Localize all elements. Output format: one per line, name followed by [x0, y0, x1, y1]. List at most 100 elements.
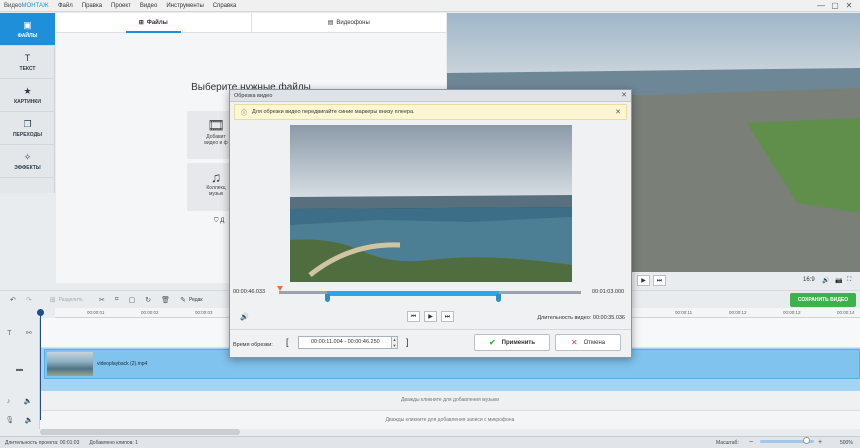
- undo-icon[interactable]: ↶: [10, 296, 16, 304]
- trim-end-marker[interactable]: [496, 294, 502, 302]
- ruler-tick: 00:00:11: [675, 310, 693, 315]
- playhead-handle[interactable]: [37, 309, 44, 316]
- music-track-head: ♪ 🔈: [0, 391, 40, 411]
- play-icon[interactable]: ▶: [637, 275, 650, 286]
- rotate-icon[interactable]: ↻: [145, 296, 151, 304]
- video-track-icon: ▬: [16, 366, 23, 373]
- trim-video-dialog: Обрезка видео ✕ ⓘ Для обрезки видео пере…: [229, 89, 632, 358]
- save-video-button[interactable]: СОХРАНИТЬ ВИДЕО: [790, 293, 856, 307]
- clips-count: Добавлено клипов: 1: [89, 439, 138, 446]
- trim-start-marker[interactable]: [325, 294, 331, 302]
- text-track-icon: T: [7, 329, 12, 337]
- timeline-scrollbar[interactable]: [40, 429, 240, 435]
- zoom-slider-handle[interactable]: [802, 437, 810, 444]
- ruler-tick: 00:00:14: [837, 310, 855, 315]
- notice-text: Для обрезки видео передвигайте синие мар…: [252, 109, 415, 115]
- menu-video[interactable]: Видео: [140, 3, 158, 9]
- sidebar-item-files[interactable]: ▣ ФАЙЛЫ: [0, 13, 55, 46]
- magic-wand-icon: ✧: [23, 151, 32, 162]
- close-window-button[interactable]: ✕: [842, 1, 856, 11]
- dialog-volume-icon[interactable]: 🔊: [240, 313, 249, 321]
- notice-close-icon[interactable]: ✕: [615, 108, 621, 116]
- redo-icon[interactable]: ↷: [26, 296, 32, 304]
- clip-thumbnail: [47, 352, 93, 376]
- sidebar-item-text[interactable]: T ТЕКСТ: [0, 46, 55, 79]
- voice-volume-icon[interactable]: 🔈: [25, 416, 34, 424]
- cancel-x-icon: ✕: [570, 338, 578, 347]
- tab-files[interactable]: ⊞ Файлы: [56, 13, 251, 33]
- clip-name: videoplayback (2).mp4: [97, 361, 148, 367]
- project-duration: Длительность проекта: 00:01:03: [5, 439, 80, 446]
- dialog-play-icon[interactable]: ▶: [424, 311, 437, 322]
- edit-label[interactable]: Редак: [189, 297, 203, 303]
- dialog-video-frame: [290, 125, 572, 282]
- music-track-hint: Дважды кликните для добавления музыки: [400, 397, 500, 403]
- prev-frame-icon[interactable]: ⏮: [407, 311, 420, 322]
- music-track[interactable]: Дважды кликните для добавления музыки: [40, 391, 860, 411]
- set-end-bracket-icon[interactable]: ]: [406, 337, 409, 347]
- split-icon[interactable]: ⊞: [50, 296, 56, 304]
- delete-icon[interactable]: 🗑: [161, 296, 170, 304]
- zoom-out-icon[interactable]: −: [749, 439, 753, 446]
- edit-icon[interactable]: ✎: [180, 296, 186, 304]
- files-icon: ▣: [23, 19, 32, 30]
- set-start-bracket-icon[interactable]: [: [286, 337, 289, 347]
- end-spinner[interactable]: ▲ ▼: [391, 336, 398, 349]
- zoom-in-icon[interactable]: +: [818, 439, 822, 446]
- sidebar-item-effects[interactable]: ✧ ЭФФЕКТЫ: [0, 145, 55, 178]
- voice-track[interactable]: Дважды кликните для добавления записи с …: [40, 411, 860, 429]
- menu-project[interactable]: Проект: [111, 3, 131, 9]
- text-icon: T: [24, 52, 31, 63]
- menu-bar: Файл Правка Проект Видео Инструменты Спр…: [58, 3, 245, 9]
- dialog-frame-image: [290, 125, 572, 282]
- dialog-next-frame-icon[interactable]: ⏭: [441, 311, 454, 322]
- sidebar: ▣ ФАЙЛЫ T ТЕКСТ ★ КАРТИНКИ ❐ ПЕРЕХОДЫ ✧ …: [0, 13, 55, 193]
- maximize-button[interactable]: ▢: [828, 1, 842, 11]
- menu-tools[interactable]: Инструменты: [166, 3, 203, 9]
- sidebar-item-transitions[interactable]: ❐ ПЕРЕХОДЫ: [0, 112, 55, 145]
- dialog-notice: ⓘ Для обрезки видео передвигайте синие м…: [234, 104, 627, 120]
- aspect-ratio[interactable]: 16:9: [803, 277, 815, 283]
- menu-file[interactable]: Файл: [58, 3, 73, 9]
- ruler-tick: 00:00:13: [783, 310, 801, 315]
- split-label[interactable]: Разделить: [59, 297, 83, 303]
- sidebar-item-label: ФАЙЛЫ: [17, 32, 38, 39]
- grid-icon: ⊞: [138, 20, 144, 26]
- crop-icon[interactable]: ⌗: [115, 296, 119, 304]
- ruler-tick: 00:00:01: [87, 310, 105, 315]
- shield-icon: ⛉: [214, 218, 219, 224]
- ruler-tick: 00:00:12: [729, 310, 747, 315]
- trim-time-label: Время обрезки:: [233, 342, 273, 348]
- minimize-button[interactable]: —: [814, 1, 828, 11]
- sidebar-item-images[interactable]: ★ КАРТИНКИ: [0, 79, 55, 112]
- cancel-button[interactable]: ✕ Отмена: [555, 334, 621, 351]
- position-marker[interactable]: [277, 286, 283, 291]
- app-title: ВидеоМОНТАЖ: [4, 2, 49, 9]
- apply-button[interactable]: ✔ Применить: [474, 334, 550, 351]
- music-icon: ♪: [6, 397, 11, 405]
- zoom-value: 500%: [840, 439, 853, 446]
- ruler-tick: 00:00:02: [141, 310, 159, 315]
- window-controls: — ▢ ✕: [814, 1, 856, 11]
- next-frame-icon[interactable]: ⏭: [653, 275, 666, 286]
- film-icon: ▤: [327, 20, 334, 26]
- camera-icon[interactable]: 📷: [835, 277, 842, 284]
- fit-icon[interactable]: ▢: [129, 296, 136, 304]
- volume-icon[interactable]: 🔊: [822, 277, 829, 284]
- video-track-head: ▬: [0, 348, 40, 391]
- menu-help[interactable]: Справка: [213, 3, 237, 9]
- tab-video-backgrounds[interactable]: ▤ Видеофоны: [250, 13, 447, 32]
- music-volume-icon[interactable]: 🔈: [24, 397, 33, 405]
- sidebar-item-label: ТЕКСТ: [19, 65, 36, 72]
- fullscreen-icon[interactable]: ⛶: [847, 277, 851, 284]
- menu-edit[interactable]: Правка: [82, 3, 102, 9]
- files-tabs: ⊞ Файлы ▤ Видеофоны: [56, 13, 446, 33]
- link-icon[interactable]: ⚯: [26, 329, 32, 337]
- trim-time-field[interactable]: 00:00:11.004 - 00:00:46.250: [298, 336, 398, 349]
- title-bar: ВидеоМОНТАЖ Файл Правка Проект Видео Инс…: [0, 0, 860, 12]
- trim-current-time: 00:00:46.033: [233, 289, 266, 295]
- gift-link[interactable]: ⛉ Д: [214, 218, 224, 225]
- dialog-close-icon[interactable]: ✕: [621, 90, 627, 102]
- transition-icon: ❐: [23, 118, 32, 129]
- scissors-icon[interactable]: ✂: [99, 296, 105, 304]
